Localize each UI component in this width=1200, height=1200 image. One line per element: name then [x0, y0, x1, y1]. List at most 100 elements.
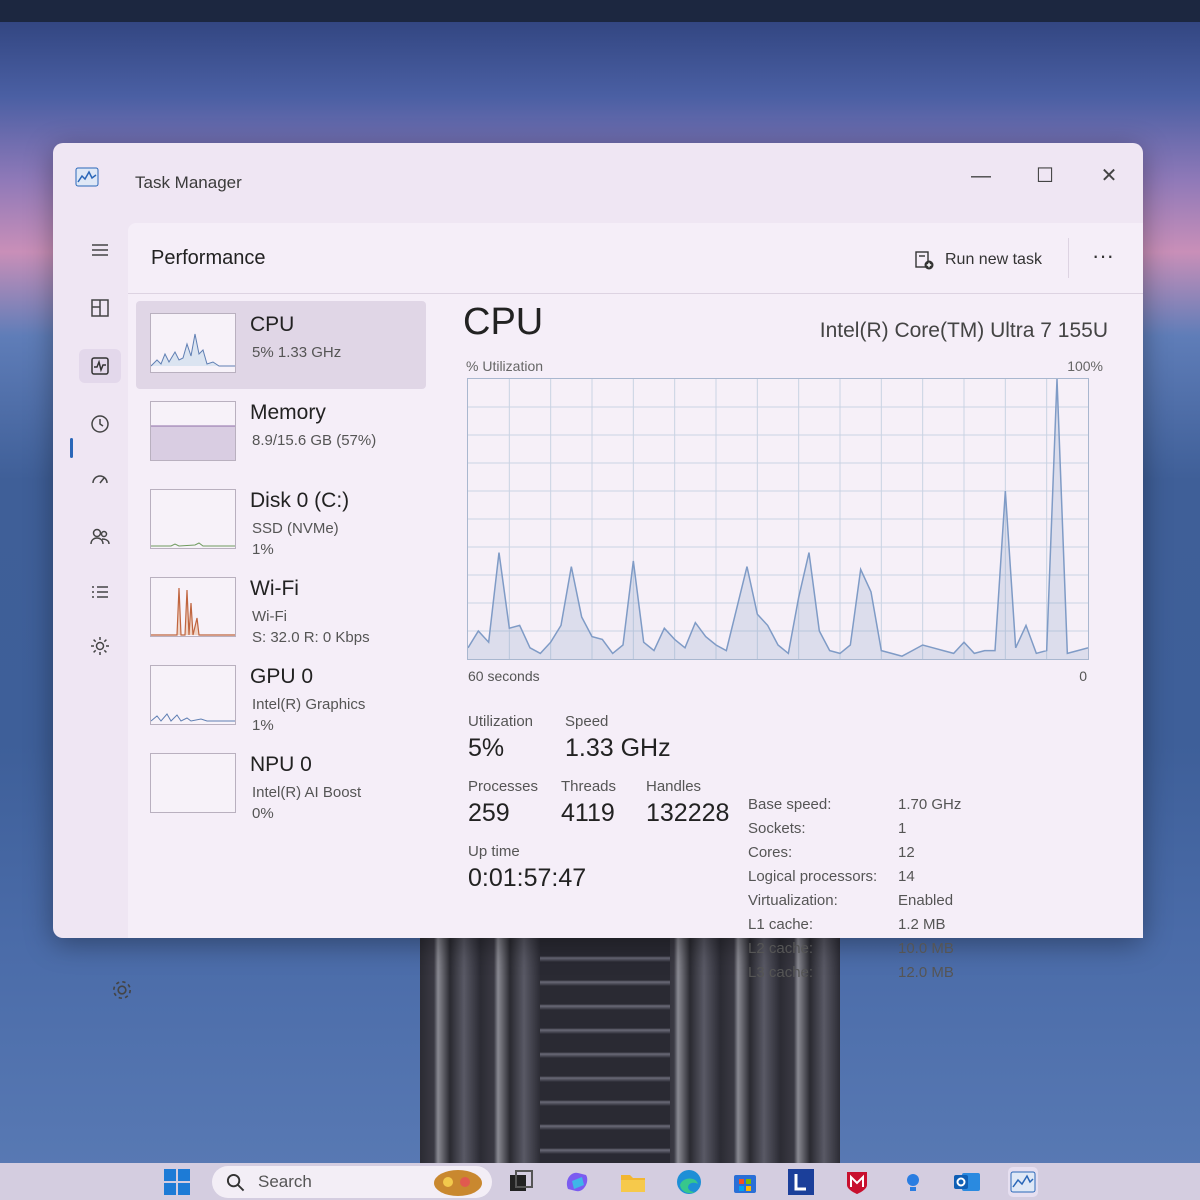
property-row: L2 cache: 10.0 MB	[748, 940, 1008, 964]
processes-icon[interactable]	[79, 291, 121, 325]
property-row: Sockets: 1	[748, 820, 1008, 844]
tips-icon[interactable]	[898, 1167, 928, 1197]
stat-threads: Threads 4119	[561, 778, 617, 827]
performance-page: Performance Run new task ··· CPU 5% 1.33…	[128, 223, 1143, 981]
property-key: Virtualization:	[748, 892, 838, 909]
property-value: Enabled	[898, 892, 954, 909]
stat-utilization: Utilization 5%	[468, 713, 534, 762]
l-app-icon[interactable]	[786, 1167, 816, 1197]
cpu-properties: Base speed: 1.70 GHz Sockets: 1 Cores: 12 Logi…	[748, 796, 1008, 988]
property-row: Base speed: 1.70 GHz	[748, 796, 1008, 820]
app-history-icon[interactable]	[79, 407, 121, 441]
device-detail-2: S: 32.0 R: 0 Kbps	[252, 629, 370, 646]
graph-y-max: 100%	[1067, 358, 1103, 374]
device-list: CPU 5% 1.33 GHz Memory 8.9/15.6 GB (57%)…	[136, 301, 426, 829]
close-button[interactable]: ✕	[1089, 161, 1129, 191]
search-placeholder: Search	[258, 1172, 312, 1191]
stat-processes: Processes 259	[468, 778, 539, 827]
task-manager-icon[interactable]	[1008, 1167, 1038, 1197]
property-key: Base speed:	[748, 796, 832, 813]
device-gpu[interactable]: GPU 0 Intel(R) Graphics 1%	[136, 653, 426, 741]
task-view-icon[interactable]	[506, 1167, 536, 1197]
npu-thumbnail-graph	[150, 753, 236, 813]
search-icon	[226, 1173, 245, 1192]
file-explorer-icon[interactable]	[618, 1167, 648, 1197]
stat-uptime: Up time 0:01:57:47	[468, 843, 587, 892]
edge-icon[interactable]	[674, 1167, 704, 1197]
disk-thumbnail-graph	[150, 489, 236, 549]
mcafee-icon[interactable]	[842, 1167, 872, 1197]
services-icon[interactable]	[79, 629, 121, 663]
device-name: GPU 0	[250, 665, 314, 688]
device-name: NPU 0	[250, 753, 312, 776]
property-value: 1.2 MB	[898, 916, 946, 933]
property-row: L3 cache: 12.0 MB	[748, 964, 1008, 988]
property-value: 10.0 MB	[898, 940, 954, 957]
device-detail: Intel(R) Graphics	[252, 696, 366, 713]
property-value: 12.0 MB	[898, 964, 954, 981]
property-row: Logical processors: 14	[748, 868, 1008, 892]
windows-start-icon[interactable]	[162, 1167, 192, 1197]
device-wifi[interactable]: Wi-Fi Wi-Fi S: 32.0 R: 0 Kbps	[136, 565, 426, 653]
device-name: CPU	[250, 313, 295, 336]
property-row: L1 cache: 1.2 MB	[748, 916, 1008, 940]
run-new-task-button[interactable]: Run new task	[913, 243, 1042, 277]
hamburger-icon[interactable]	[79, 233, 121, 267]
minimize-button[interactable]: —	[961, 161, 1001, 191]
device-detail: Intel(R) AI Boost	[252, 784, 362, 801]
task-manager-window: Task Manager — ☐ ✕ Performance Run new t…	[53, 143, 1143, 999]
taskbar: Search	[0, 1163, 1200, 1200]
device-detail: 5% 1.33 GHz	[252, 344, 342, 361]
property-value: 1.70 GHz	[898, 796, 962, 813]
title-bar[interactable]: Task Manager — ☐ ✕	[53, 143, 1143, 223]
property-key: L1 cache:	[748, 916, 814, 933]
memory-thumbnail-graph	[150, 401, 236, 461]
copilot-icon[interactable]	[562, 1167, 592, 1197]
device-cpu[interactable]: CPU 5% 1.33 GHz	[136, 301, 426, 389]
page-header: Performance Run new task ···	[128, 223, 1143, 294]
maximize-button[interactable]: ☐	[1025, 161, 1065, 191]
startup-apps-icon[interactable]	[79, 463, 121, 497]
device-detail-2: 1%	[252, 541, 274, 558]
widgets-icon[interactable]	[432, 1167, 484, 1197]
property-key: L3 cache:	[748, 964, 814, 981]
run-task-icon	[915, 251, 934, 270]
settings-gear-icon[interactable]	[110, 978, 134, 1002]
property-value: 14	[898, 868, 915, 885]
store-icon[interactable]	[730, 1167, 760, 1197]
device-detail-2: 0%	[252, 805, 274, 822]
desktop-wallpaper-steps	[540, 938, 670, 1163]
desktop-top-edge	[0, 0, 1200, 22]
details-icon[interactable]	[79, 575, 121, 609]
cpu-thumbnail-graph	[150, 313, 236, 373]
users-icon[interactable]	[79, 519, 121, 553]
more-options-button[interactable]: ···	[1083, 243, 1123, 273]
stat-speed: Speed 1.33 GHz	[565, 713, 671, 762]
property-value: 1	[898, 820, 907, 837]
device-detail: Wi-Fi	[252, 608, 287, 625]
cpu-title: CPU	[463, 301, 544, 343]
stat-handles: Handles 132228	[646, 778, 730, 827]
device-memory[interactable]: Memory 8.9/15.6 GB (57%)	[136, 389, 426, 477]
outlook-icon[interactable]	[952, 1167, 982, 1197]
property-key: Cores:	[748, 844, 793, 861]
task-manager-app-icon	[75, 167, 99, 187]
device-name: Memory	[250, 401, 326, 424]
performance-icon[interactable]	[79, 349, 121, 383]
graph-line	[467, 378, 1089, 658]
run-new-task-label: Run new task	[945, 251, 1042, 268]
property-row: Virtualization: Enabled	[748, 892, 1008, 916]
nav-rail	[53, 223, 131, 999]
header-separator	[1068, 238, 1069, 278]
device-disk[interactable]: Disk 0 (C:) SSD (NVMe) 1%	[136, 477, 426, 565]
property-key: Logical processors:	[748, 868, 878, 885]
wifi-thumbnail-graph	[150, 577, 236, 637]
active-nav-indicator	[70, 438, 73, 458]
graph-x-left: 60 seconds	[468, 668, 540, 684]
property-key: L2 cache:	[748, 940, 814, 957]
window-title: Task Manager	[135, 173, 242, 192]
device-name: Wi-Fi	[250, 577, 299, 600]
property-row: Cores: 12	[748, 844, 1008, 868]
device-npu[interactable]: NPU 0 Intel(R) AI Boost 0%	[136, 741, 426, 829]
device-name: Disk 0 (C:)	[250, 489, 350, 512]
